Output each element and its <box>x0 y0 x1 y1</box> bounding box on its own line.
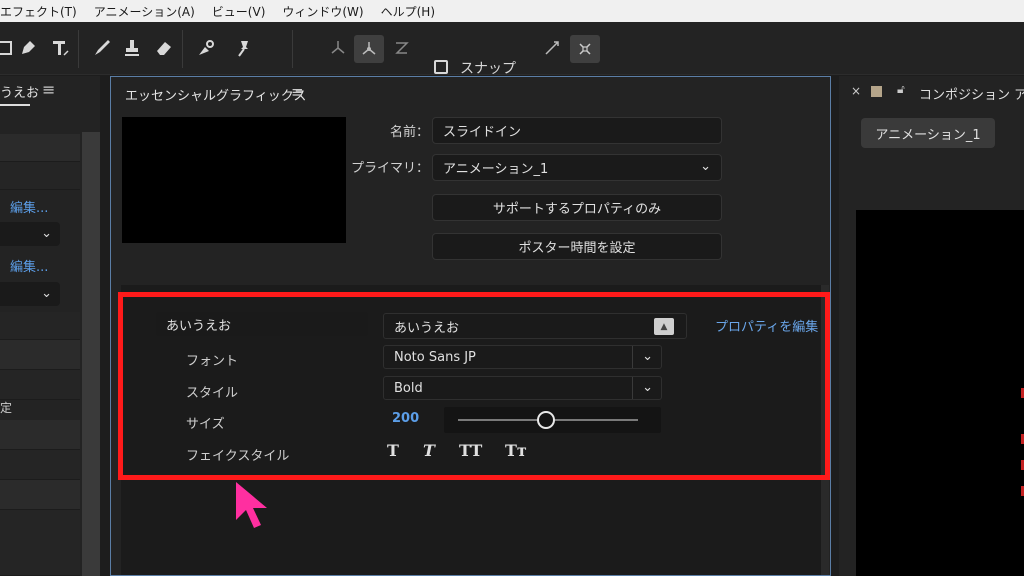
pen-tool-icon[interactable] <box>16 36 40 60</box>
list-item <box>0 340 80 370</box>
left-dropdown[interactable]: ⌄ <box>0 222 60 246</box>
world-axis-mode-icon[interactable] <box>354 35 384 63</box>
rectangle-tool-icon[interactable] <box>0 36 16 60</box>
poster-frame-thumbnail <box>122 117 346 243</box>
snap-checkbox[interactable] <box>434 60 448 74</box>
edit-link[interactable]: 編集... <box>10 197 48 216</box>
menu-view[interactable]: ビュー(V) <box>212 3 266 20</box>
supported-properties-button[interactable]: サポートするプロパティのみ <box>432 194 722 221</box>
roto-brush-tool-icon[interactable] <box>194 36 218 60</box>
menu-bar: エフェクト(T) アニメーション(A) ビュー(V) ウィンドウ(W) ヘルプ(… <box>0 0 1024 22</box>
menu-animation[interactable]: アニメーション(A) <box>94 3 195 20</box>
edit-link[interactable]: 編集... <box>10 256 48 275</box>
left-panel: うえお ≡ 編集... ⌄ 編集... ⌄ 定 <box>0 76 100 576</box>
active-tab-underline <box>0 104 30 106</box>
list-item <box>0 162 80 190</box>
primary-value: アニメーション_1 <box>443 162 549 177</box>
left-panel-menu-icon[interactable]: ≡ <box>42 80 55 99</box>
puppet-pin-tool-icon[interactable] <box>232 36 256 60</box>
panel-title[interactable]: エッセンシャルグラフィックス <box>125 85 306 104</box>
name-field[interactable]: スライドイン <box>432 117 722 144</box>
list-item <box>0 450 80 480</box>
pointer-cursor-icon <box>236 482 267 528</box>
brush-tool-icon[interactable] <box>90 36 114 60</box>
toolbar-separator <box>78 30 79 68</box>
local-axis-mode-icon[interactable] <box>326 36 350 60</box>
list-item <box>0 420 80 450</box>
list-item <box>0 312 80 340</box>
left-scrollbar[interactable] <box>82 132 100 576</box>
list-item <box>0 134 80 162</box>
list-item <box>0 480 80 510</box>
toolbar-separator <box>182 30 183 68</box>
close-icon[interactable]: × <box>851 84 861 98</box>
highlight-frame <box>118 292 830 480</box>
composition-panel-title[interactable]: コンポジション アニ <box>919 84 1024 103</box>
set-poster-time-button[interactable]: ポスター時間を設定 <box>432 233 722 260</box>
lock-icon[interactable]: 🔓︎ <box>897 82 905 97</box>
eraser-tool-icon[interactable] <box>152 36 176 60</box>
snap-label: スナップ <box>460 61 516 77</box>
left-panel-title[interactable]: うえお <box>0 82 39 101</box>
type-tool-icon[interactable] <box>48 36 72 60</box>
name-label: 名前： <box>389 125 429 140</box>
chevron-down-icon: ⌄ <box>41 286 52 301</box>
primary-label: プライマリ： <box>351 161 430 176</box>
composition-tab[interactable]: アニメーション_1 <box>861 118 995 148</box>
left-dropdown[interactable]: ⌄ <box>0 282 60 306</box>
menu-window[interactable]: ウィンドウ(W) <box>282 3 363 20</box>
snap-options-icon[interactable] <box>540 36 564 60</box>
toolbar-separator <box>292 30 293 68</box>
primary-composition-dropdown[interactable]: アニメーション_1 ⌄ <box>432 154 722 181</box>
composition-viewer[interactable] <box>856 210 1024 576</box>
menu-help[interactable]: ヘルプ(H) <box>381 3 435 20</box>
list-item <box>0 370 80 400</box>
tools-toolbar: スナップ <box>0 22 1024 77</box>
left-text-fragment: 定 <box>0 401 13 415</box>
snap-features-icon[interactable] <box>570 35 600 63</box>
chevron-down-icon: ⌄ <box>700 159 711 174</box>
composition-panel: × 🔓︎ コンポジション アニ アニメーション_1 <box>839 76 1024 576</box>
composition-color-swatch <box>871 86 882 97</box>
list-item <box>0 510 80 576</box>
chevron-down-icon: ⌄ <box>41 226 52 241</box>
panel-menu-icon[interactable]: ≡ <box>291 83 304 101</box>
clone-stamp-tool-icon[interactable] <box>120 36 144 60</box>
menu-effect[interactable]: エフェクト(T) <box>0 3 77 20</box>
name-value: スライドイン <box>443 125 522 140</box>
view-axis-mode-icon[interactable] <box>390 36 414 60</box>
